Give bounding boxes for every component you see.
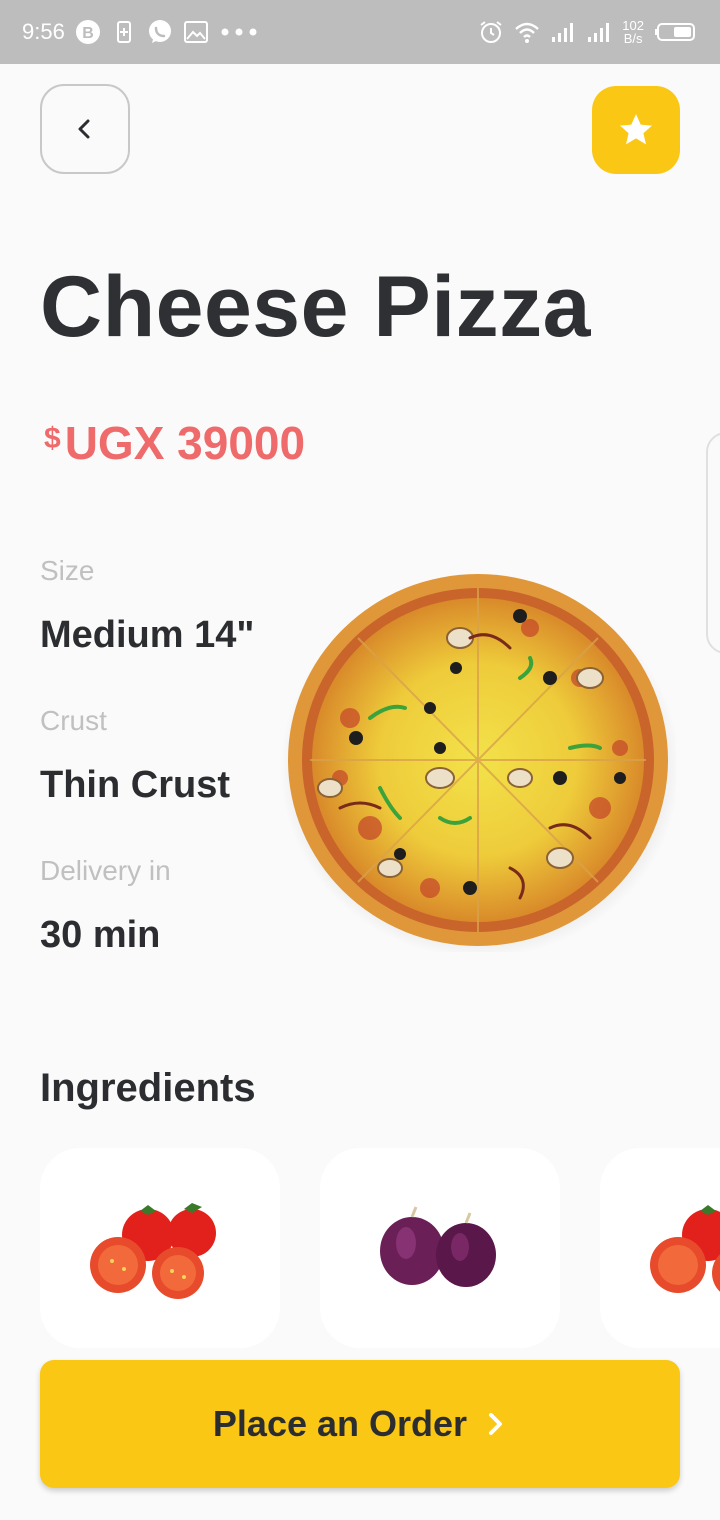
status-time: 9:56 <box>22 19 65 44</box>
wifi-icon <box>515 22 540 43</box>
battery-icon <box>655 23 695 41</box>
tomato-image <box>650 1205 720 1293</box>
size-value: Medium 14" <box>40 614 255 656</box>
price-amount: UGX 39000 <box>64 417 306 469</box>
side-panel-handle[interactable] <box>706 432 720 654</box>
currency-symbol: $ <box>44 422 61 455</box>
status-left: 9:56 B <box>22 19 259 45</box>
signal-2-icon <box>588 23 610 42</box>
whatsapp-icon <box>148 20 171 43</box>
delivery-value: 30 min <box>40 914 161 956</box>
ingredient-card-onion[interactable] <box>320 1148 560 1348</box>
network-speed-unit: B/s <box>623 31 643 46</box>
product-price: $ UGX 39000 <box>44 416 305 470</box>
battery-saver-icon <box>116 21 131 43</box>
status-bar: 9:56 B 102 B/s <box>0 0 720 64</box>
signal-1-icon <box>552 23 574 42</box>
size-label: Size <box>40 555 95 586</box>
back-button[interactable] <box>40 84 130 174</box>
product-title: Cheese Pizza <box>40 259 591 355</box>
gallery-icon <box>183 21 208 43</box>
onion-image <box>380 1206 496 1287</box>
ingredient-card-tomato-2[interactable] <box>600 1148 720 1348</box>
crust-label: Crust <box>40 705 107 736</box>
status-right: 102 B/s <box>478 19 698 45</box>
star-icon <box>620 114 652 145</box>
crust-value: Thin Crust <box>40 764 230 806</box>
ingredient-card-tomato[interactable] <box>40 1148 280 1348</box>
delivery-label: Delivery in <box>40 855 171 886</box>
ingredients-title: Ingredients <box>40 1066 256 1110</box>
chevron-right-icon <box>489 1413 503 1435</box>
tomato-image <box>90 1203 216 1299</box>
svg-text:B: B <box>82 25 94 42</box>
b-app-icon: B <box>75 20 100 44</box>
place-order-label: Place an Order <box>212 1403 468 1444</box>
alarm-icon <box>480 21 502 43</box>
place-order-button[interactable]: Place an Order <box>40 1360 680 1488</box>
more-dots-icon <box>221 28 257 36</box>
chevron-left-icon <box>78 119 90 139</box>
favorite-button[interactable] <box>592 86 680 174</box>
ingredients-list[interactable] <box>40 1148 720 1348</box>
network-speed: 102 B/s <box>622 19 644 45</box>
pizza-image <box>280 574 676 952</box>
